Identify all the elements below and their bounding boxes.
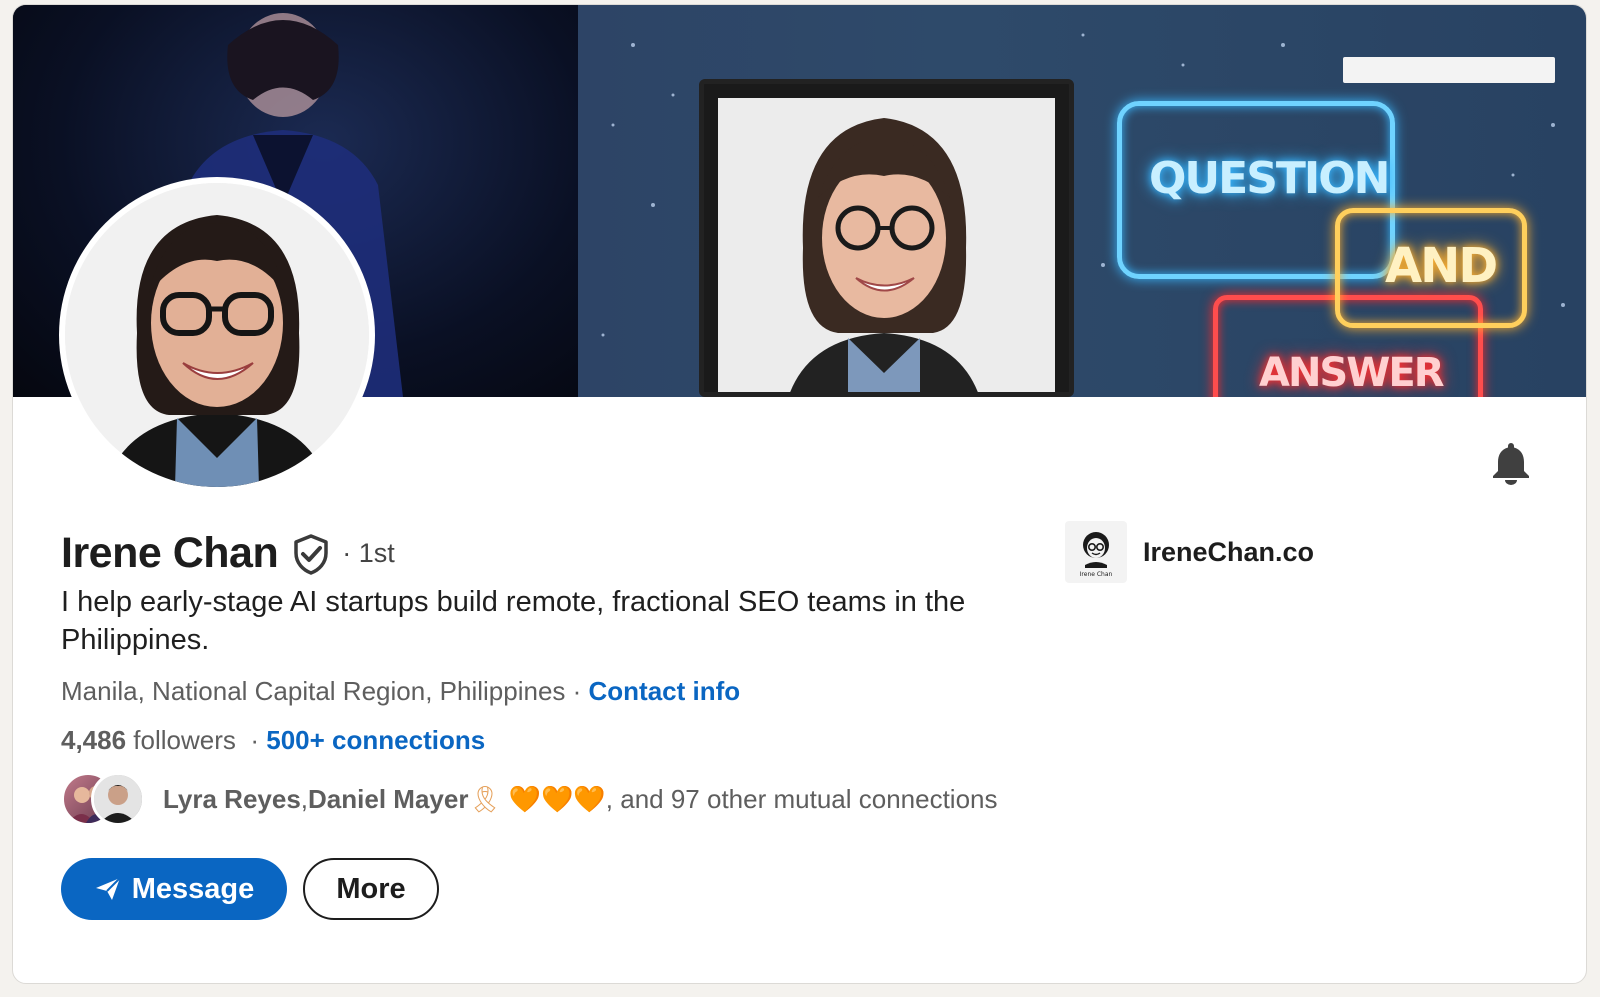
stats-separator: · [235, 725, 267, 755]
bell-icon[interactable] [1491, 441, 1531, 485]
mutual-avatar [91, 772, 145, 826]
profile-headline: I help early-stage AI startups build rem… [61, 586, 966, 656]
followers-count: 4,486 [61, 725, 127, 755]
mutual-name-2[interactable]: Daniel Mayer [308, 784, 468, 815]
company-logo-caption: Irene Chan [1080, 571, 1113, 578]
more-button[interactable]: More [303, 858, 439, 920]
followers-label: followers [126, 725, 236, 755]
mutual-avatars [61, 771, 149, 827]
company-name: IreneChan.co [1143, 536, 1315, 567]
location-text: Manila, National Capital Region, Philipp… [61, 676, 566, 706]
mutual-connections[interactable]: Lyra Reyes, Daniel Mayer 🎗 🧡🧡🧡, and 97 o… [61, 771, 998, 827]
connections-link[interactable]: 500+ connections [266, 725, 485, 755]
banner-photo-frame [699, 79, 1074, 397]
send-icon [95, 877, 121, 900]
location-row: Manila, National Capital Region, Philipp… [61, 676, 740, 707]
profile-avatar[interactable] [59, 177, 375, 493]
avatar-photo [65, 183, 369, 487]
location-separator: · [565, 676, 589, 706]
neon-answer-text: ANSWER [1259, 350, 1444, 396]
neon-and-text: AND [1385, 238, 1498, 294]
banner-white-bar [1343, 57, 1555, 83]
mutual-separator: , [300, 783, 309, 814]
more-button-label: More [336, 872, 406, 905]
company-link[interactable]: Irene Chan IreneChan.co [1065, 521, 1314, 583]
message-button[interactable]: Message [61, 858, 287, 920]
message-button-label: Message [131, 872, 255, 905]
profile-name: Irene Chan [61, 529, 279, 577]
mutual-rest: , and 97 other mutual connections [605, 783, 998, 814]
profile-card: QUESTION ANSWER AND Irene Chan · 1st I h… [12, 4, 1587, 984]
contact-info-link[interactable]: Contact info [589, 676, 741, 706]
mutual-name-1[interactable]: Lyra Reyes [163, 784, 301, 815]
verified-shield-icon[interactable] [292, 533, 330, 575]
banner-portrait [718, 98, 1055, 392]
profile-name-row: Irene Chan · 1st [61, 529, 395, 578]
company-logo: Irene Chan [1065, 521, 1127, 583]
stats-row: 4,486 followers · 500+ connections [61, 725, 485, 756]
connection-degree: · 1st [342, 538, 395, 568]
mutual-emoji: 🎗 🧡🧡🧡 [468, 783, 606, 814]
neon-question-text: QUESTION [1149, 153, 1390, 204]
